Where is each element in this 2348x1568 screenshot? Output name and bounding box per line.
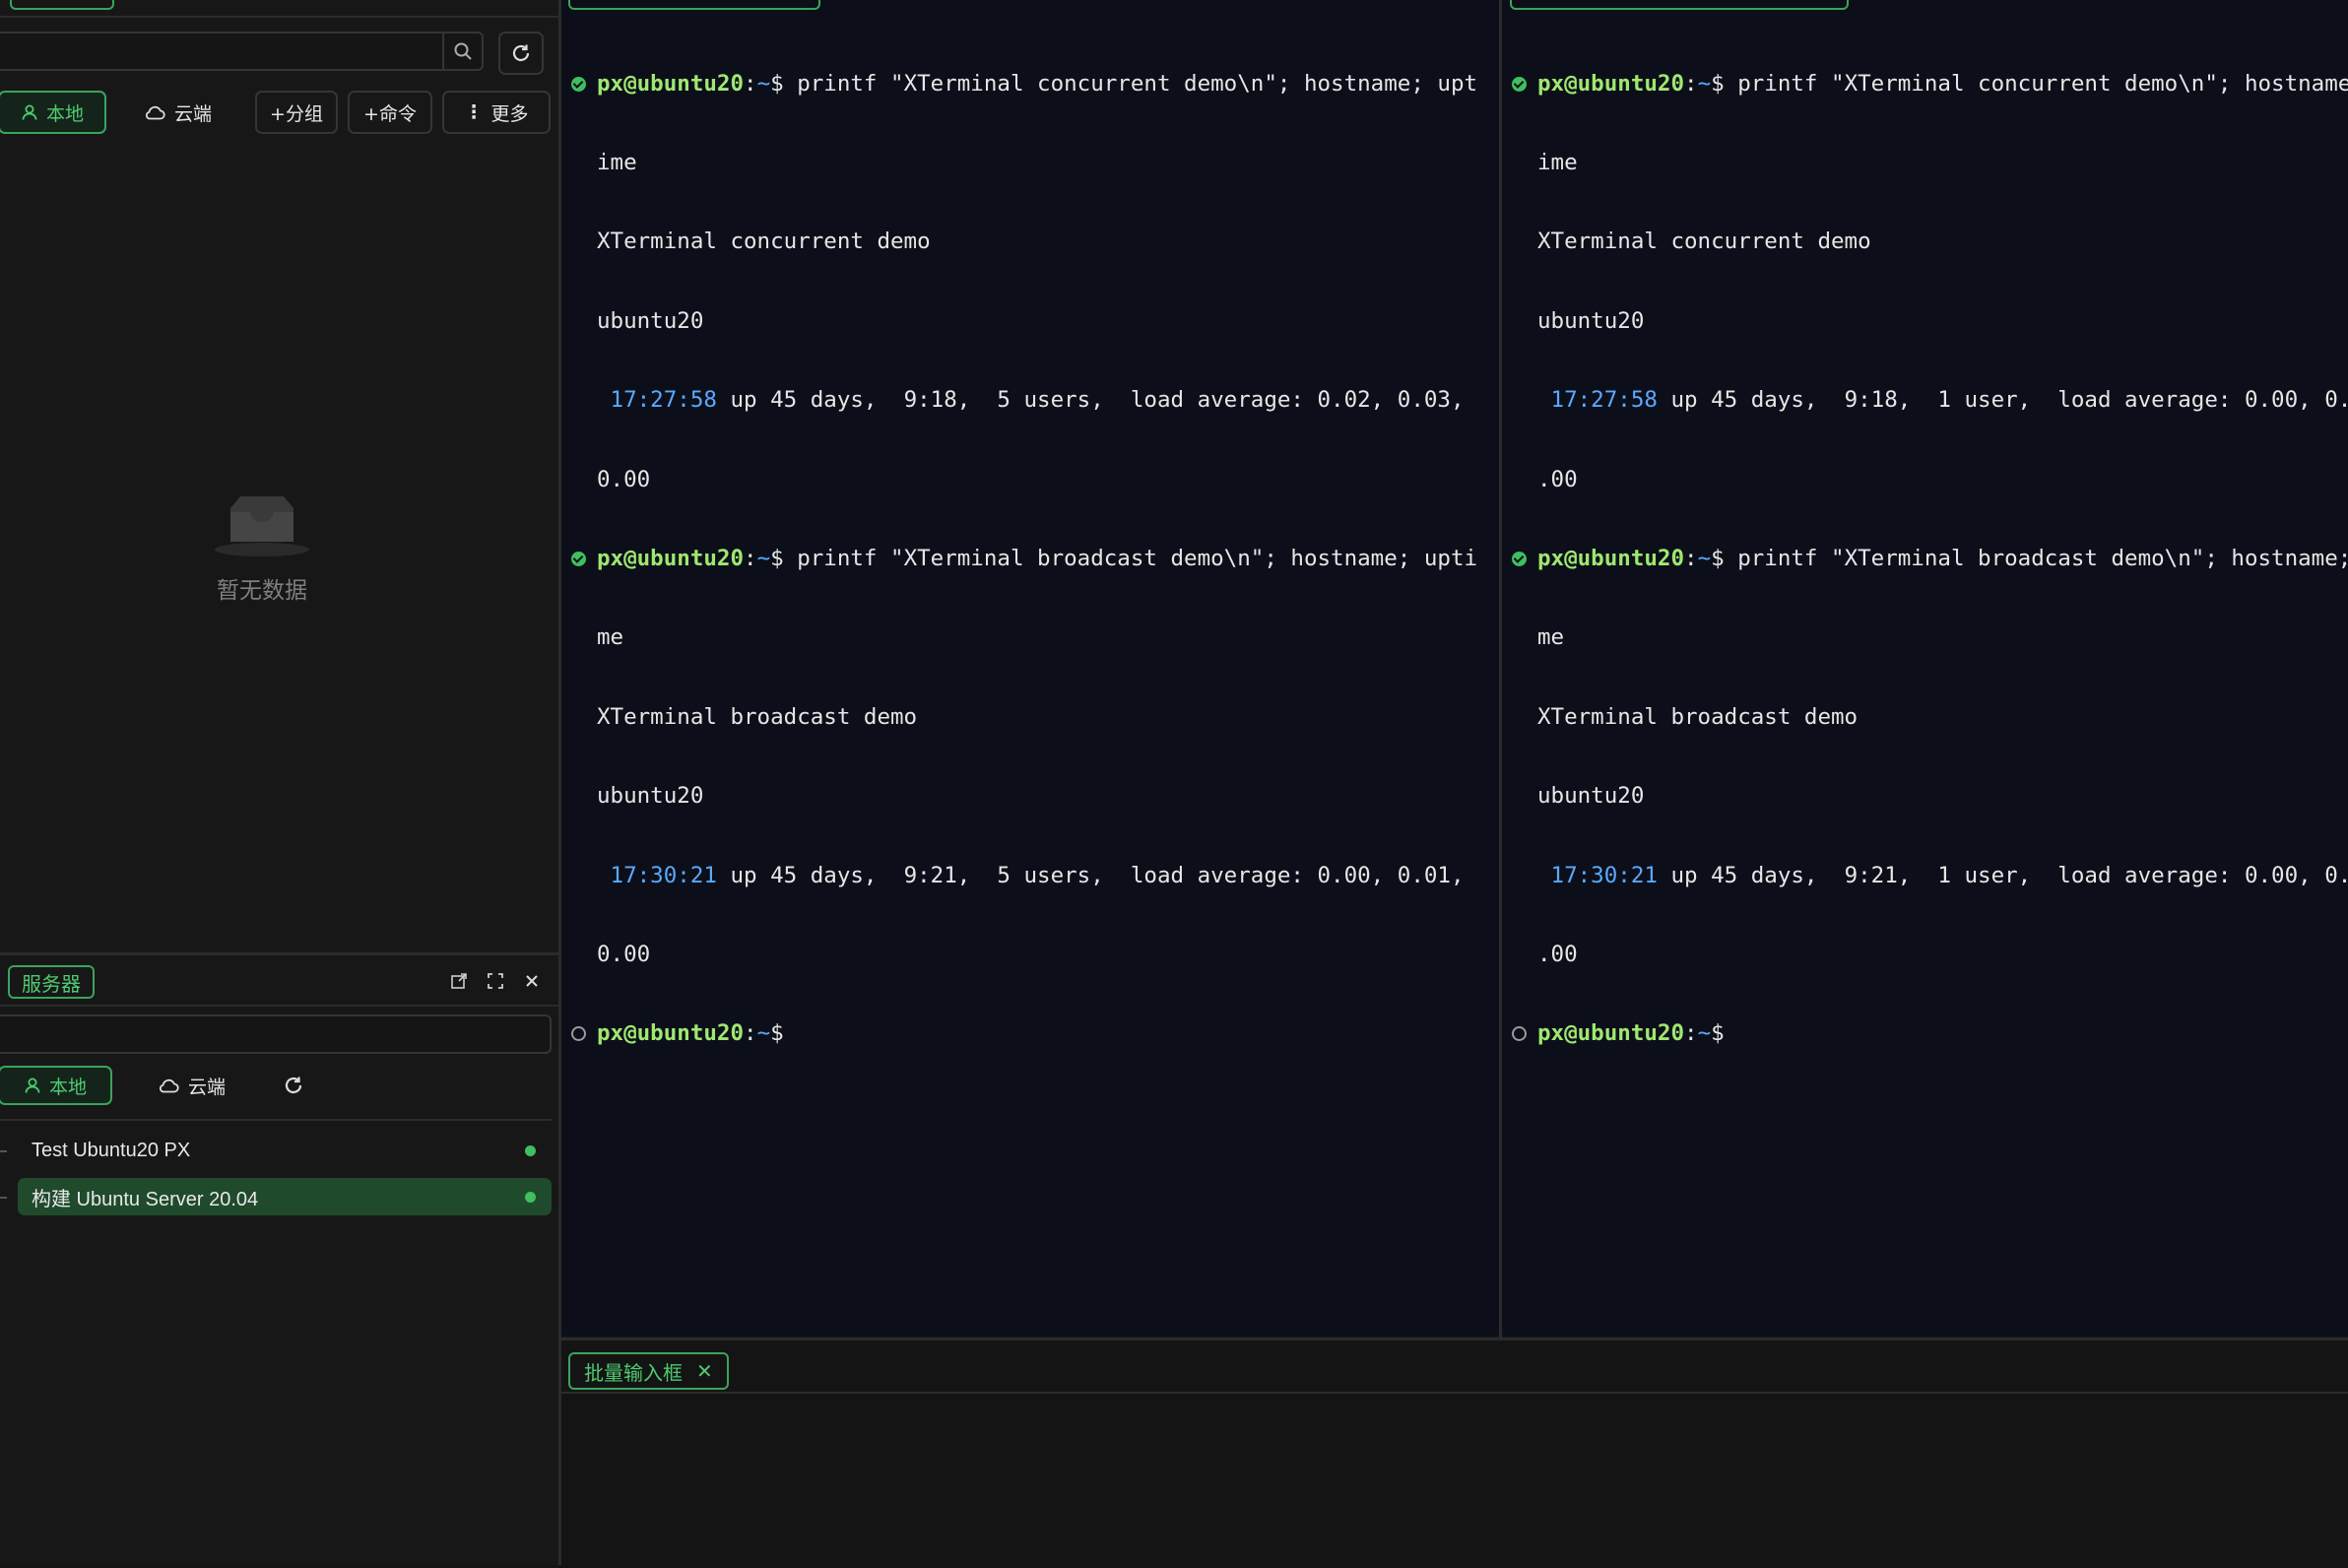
- terminal-tab-1[interactable]: [568, 0, 820, 10]
- tree-connector: [0, 1197, 7, 1199]
- add-command-label: +命令: [363, 102, 417, 125]
- batch-input-area[interactable]: [561, 1394, 2348, 1565]
- success-check-icon: [571, 76, 586, 92]
- server-item[interactable]: Test Ubuntu20 PX: [18, 1132, 552, 1169]
- server-search-input[interactable]: [0, 1016, 540, 1052]
- panel-divider[interactable]: [0, 952, 558, 955]
- success-check-icon: [1512, 76, 1527, 92]
- more-vertical-icon: ⋮: [464, 101, 484, 123]
- terminal-pane-2[interactable]: px@ubuntu20:~$ printf "XTerminal concurr…: [1502, 0, 2348, 1336]
- close-icon: [526, 975, 538, 987]
- tab-cloud[interactable]: 云端: [128, 91, 227, 134]
- success-check-icon: [571, 551, 586, 566]
- server-list-divider: [0, 1119, 552, 1121]
- command-text: printf "XTerminal concurrent demo\n"; ho…: [1724, 70, 2348, 97]
- server-panel-tab[interactable]: 服务器: [8, 965, 95, 999]
- close-panel-button[interactable]: [520, 969, 544, 993]
- status-online-indicator: [525, 1191, 536, 1203]
- refresh-icon: [285, 1077, 302, 1094]
- batch-input-tabbar: 批量输入框 ✕: [561, 1340, 2348, 1394]
- server-panel-header: 服务器: [0, 957, 558, 1007]
- server-tab-cloud[interactable]: 云端: [142, 1066, 240, 1105]
- server-tab-local-label: 本地: [48, 1076, 87, 1098]
- status-online-indicator: [525, 1144, 536, 1156]
- success-check-icon: [1512, 551, 1527, 566]
- maximize-button[interactable]: [484, 969, 507, 993]
- server-name: Test Ubuntu20 PX: [32, 1139, 191, 1161]
- tree-connector: [0, 1150, 7, 1152]
- server-refresh-button[interactable]: [274, 1066, 313, 1105]
- batch-input-panel: 批量输入框 ✕: [561, 1338, 2348, 1568]
- search-icon: [454, 42, 472, 60]
- add-group-button[interactable]: +分组: [255, 91, 338, 134]
- more-label: 更多: [490, 102, 529, 125]
- user-icon: [25, 1078, 40, 1093]
- command-text: printf "XTerminal broadcast demo\n"; hos…: [1724, 545, 2348, 571]
- popout-button[interactable]: [447, 969, 471, 993]
- command-search-box[interactable]: [0, 32, 484, 71]
- command-text: printf "XTerminal broadcast demo\n"; hos…: [783, 545, 1478, 571]
- more-button[interactable]: ⋮ 更多: [442, 91, 551, 134]
- server-item-selected[interactable]: 构建 Ubuntu Server 20.04: [18, 1178, 552, 1215]
- cloud-icon: [145, 105, 165, 120]
- batch-input-label: 批量输入框: [584, 1360, 683, 1385]
- terminal-output: px@ubuntu20:~$ printf "XTerminal concurr…: [1512, 18, 2348, 1100]
- tab-cloud-label: 云端: [173, 102, 212, 125]
- search-button[interactable]: [442, 32, 482, 71]
- tab-local[interactable]: 本地: [0, 91, 106, 134]
- fullscreen-icon: [488, 973, 503, 989]
- empty-inbox-icon: [215, 496, 309, 556]
- tab-local-label: 本地: [45, 102, 84, 125]
- server-panel-title: 服务器: [22, 971, 81, 996]
- close-icon[interactable]: ✕: [696, 1359, 713, 1383]
- terminal-output: px@ubuntu20:~$ printf "XTerminal concurr…: [571, 18, 1477, 1100]
- empty-text: 暂无数据: [217, 578, 307, 604]
- command-search-input[interactable]: [0, 33, 445, 71]
- server-name: 构建 Ubuntu Server 20.04: [32, 1188, 259, 1210]
- user-icon: [22, 104, 37, 120]
- command-text: printf "XTerminal concurrent demo\n"; ho…: [783, 70, 1478, 97]
- server-tab-cloud-label: 云端: [187, 1076, 226, 1098]
- server-search-box[interactable]: [0, 1014, 552, 1054]
- refresh-button[interactable]: [498, 32, 544, 75]
- terminal-tab-2[interactable]: [1510, 0, 1849, 10]
- command-panel-tab[interactable]: [10, 0, 114, 10]
- cloud-icon: [159, 1078, 179, 1093]
- batch-input-tab[interactable]: 批量输入框 ✕: [568, 1352, 729, 1390]
- refresh-icon: [512, 44, 530, 62]
- add-command-button[interactable]: +命令: [348, 91, 432, 134]
- terminal-pane-1[interactable]: px@ubuntu20:~$ printf "XTerminal concurr…: [561, 0, 1499, 1336]
- external-link-icon: [451, 973, 467, 989]
- empty-state: 暂无数据: [203, 490, 321, 605]
- server-tab-local[interactable]: 本地: [0, 1066, 112, 1105]
- sidebar: 本地 云端 +分组 +命令 ⋮ 更多 暂无数据 服务器 本地 云端 Test U…: [0, 0, 561, 1565]
- add-group-label: +分组: [270, 102, 323, 125]
